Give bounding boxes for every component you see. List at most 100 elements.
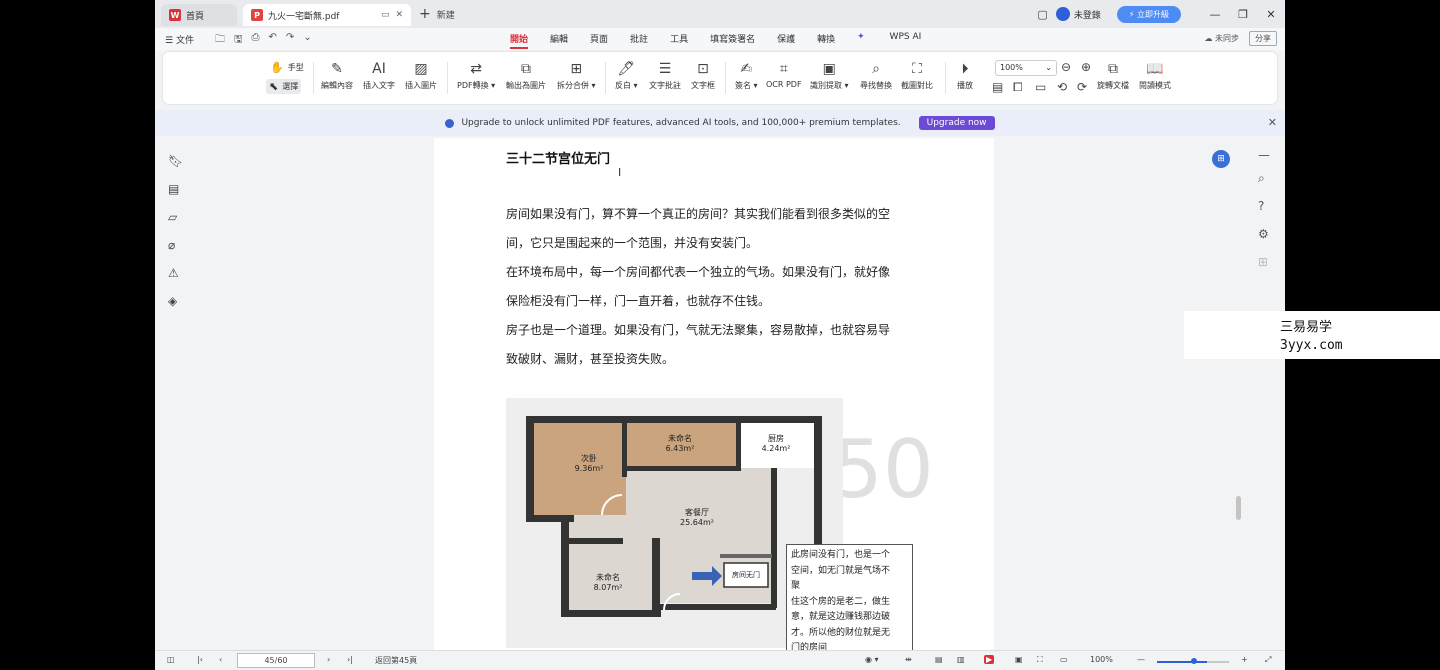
close-window-icon[interactable]: ✕	[1257, 8, 1285, 21]
monitor-icon[interactable]: ▭	[381, 10, 390, 20]
grid-icon[interactable]: ⊞	[1258, 255, 1268, 269]
text-box-button[interactable]: ⊡ 文字框	[691, 60, 715, 91]
pdf-convert-label: PDF轉換	[457, 81, 489, 90]
chevron-down-icon[interactable]: ⌄	[303, 32, 311, 49]
tab-edit[interactable]: 編輯	[550, 32, 568, 45]
sidebar-toggle-icon[interactable]: ◫	[167, 655, 175, 664]
insert-text-button[interactable]: AI 插入文字	[363, 60, 395, 91]
fit-width-icon[interactable]: ⇹	[905, 655, 912, 664]
play-icon[interactable]: ▶	[984, 655, 995, 664]
fit-width-icon[interactable]: ⧠	[1013, 80, 1023, 95]
sync-status[interactable]: ☁ 未同步	[1204, 33, 1239, 44]
sign-button[interactable]: ✍ 簽名 ▾	[735, 60, 758, 91]
tab-fill-sign[interactable]: 填寫簽署名	[710, 32, 755, 45]
translate-float-button[interactable]: ⊞	[1212, 150, 1230, 168]
help-icon[interactable]: ?	[1258, 199, 1264, 213]
zoom-select[interactable]: 100% ⌄	[995, 60, 1057, 76]
split-merge-button[interactable]: ⊞ 拆分合併 ▾	[557, 60, 596, 91]
window-mode-icon[interactable]: ▢	[1037, 8, 1047, 21]
tab-home[interactable]: W 首頁	[161, 4, 237, 26]
search-icon[interactable]: ⌕	[1258, 171, 1265, 186]
view-icon[interactable]: ◉ ▾	[865, 655, 879, 664]
fullscreen-fit-icon[interactable]: ⛶	[1037, 655, 1043, 665]
continuous-icon[interactable]: ▣	[1015, 655, 1023, 664]
new-tab-button[interactable]: + 新建	[419, 6, 455, 22]
text-comment-button[interactable]: ☰ 文字批註	[649, 60, 681, 91]
edit-content-button[interactable]: ✎ 編輯內容	[321, 60, 353, 91]
thumbnail-icon[interactable]: ▤	[168, 182, 179, 196]
bookmark-view-icon[interactable]: ▭	[1060, 655, 1068, 664]
close-tab-icon[interactable]: ✕	[395, 10, 403, 20]
page-number-input[interactable]: 45/60	[237, 653, 315, 668]
single-page-icon[interactable]: ▤	[935, 655, 943, 664]
signature-icon[interactable]: ⚠	[168, 266, 179, 280]
fullscreen-icon[interactable]: ⤢	[1265, 655, 1271, 665]
sign-icon: ✍	[740, 61, 753, 77]
extract-button[interactable]: ▣ 識別提取 ▾	[810, 60, 849, 91]
zoom-out-icon[interactable]: —	[1137, 655, 1145, 664]
screenshot-compare-label: 截圖對比	[901, 81, 933, 90]
highlight-button[interactable]: 🖊 反白 ▾	[615, 60, 638, 91]
tab-start[interactable]: 開始	[510, 32, 529, 49]
close-banner-icon[interactable]: ✕	[1268, 116, 1277, 129]
tab-comment[interactable]: 批註	[630, 32, 648, 45]
undo-icon[interactable]: ↶	[269, 32, 277, 49]
rotate-left-icon[interactable]: ⟲	[1057, 80, 1067, 94]
zoom-out-icon[interactable]: ⊖	[1061, 60, 1071, 74]
collapse-icon[interactable]: —	[1258, 148, 1270, 162]
play-button[interactable]: ⏵ 播放	[957, 60, 973, 91]
tab-protect[interactable]: 保護	[777, 32, 795, 45]
double-page-icon[interactable]: ▥	[957, 655, 965, 664]
comment-icon[interactable]: ▱	[168, 210, 177, 224]
tab-page[interactable]: 頁面	[590, 32, 608, 45]
tab-document[interactable]: P 九火一宅斷無.pdf ▭ ✕	[243, 4, 411, 26]
tab-tools[interactable]: 工具	[670, 32, 688, 45]
export-image-button[interactable]: ⧉ 輸出為圖片	[506, 60, 546, 91]
back-to-page[interactable]: 返回第45頁	[375, 655, 417, 666]
pdf-page: 三十二节宫位无门 I 房间如果没有门，算不算一个真正的房间？其实我们能看到很多类…	[434, 138, 994, 650]
share-button[interactable]: 分享	[1249, 31, 1277, 46]
last-page-icon[interactable]: ›|	[347, 655, 353, 664]
print-icon[interactable]: ⎙	[252, 32, 260, 49]
zoom-level[interactable]: 100%	[1090, 655, 1113, 664]
scrollbar-thumb[interactable]	[1236, 496, 1241, 520]
paragraph-1: 房间如果没有门，算不算一个真正的房间？其实我们能看到很多类似的空 间，它只是围起…	[506, 200, 926, 374]
zoom-slider-thumb[interactable]	[1191, 658, 1197, 664]
user-login[interactable]: 未登錄	[1055, 7, 1101, 21]
insert-image-button[interactable]: ▨ 插入圖片	[405, 60, 437, 91]
screenshot-compare-button[interactable]: ⛶ 截圖對比	[901, 60, 933, 91]
prev-page-icon[interactable]: ‹	[219, 655, 222, 664]
tab-convert[interactable]: 轉換	[817, 32, 835, 45]
room-name: 客餐厅	[685, 508, 709, 517]
open-icon[interactable]: 🗀	[215, 32, 225, 49]
redo-icon[interactable]: ↷	[286, 32, 294, 49]
single-page-icon[interactable]: ▤	[992, 80, 1003, 94]
minimize-icon[interactable]: —	[1201, 8, 1229, 21]
ocr-button[interactable]: ⌗ OCR PDF	[766, 60, 802, 89]
select-tool[interactable]: ⬉ 選擇	[266, 79, 302, 94]
settings-icon[interactable]: ⚙	[1258, 227, 1269, 241]
zoom-in-icon[interactable]: ⊕	[1081, 60, 1091, 74]
tab-wps-ai[interactable]: ✦ WPS AI	[857, 32, 943, 45]
rotate-doc-button[interactable]: ⧉ 旋轉文檔	[1097, 60, 1129, 91]
ribbon-tabs: 開始 編輯 頁面 批註 工具 填寫簽署名 保護 轉換 ✦ WPS AI	[510, 32, 965, 49]
hand-label: 手型	[287, 63, 304, 72]
read-mode-button[interactable]: 📖 閱讀模式	[1139, 60, 1171, 91]
hand-tool[interactable]: ✋ 手型	[270, 61, 304, 74]
pdf-convert-button[interactable]: ⇄ PDF轉換 ▾	[457, 60, 495, 91]
rotate-right-icon[interactable]: ⟳	[1077, 80, 1087, 94]
bookmark-icon[interactable]: 🔖︎	[168, 154, 183, 168]
save-icon[interactable]: 🖫	[234, 32, 243, 49]
find-replace-label: 尋找替換	[860, 81, 892, 90]
next-page-icon[interactable]: ›	[327, 655, 330, 664]
restore-icon[interactable]: ❐	[1229, 8, 1257, 21]
upgrade-button[interactable]: ⚡ 立即升級	[1116, 5, 1181, 23]
attachment-icon[interactable]: ⌀	[168, 238, 175, 252]
find-replace-button[interactable]: ⌕ 尋找替換	[860, 60, 892, 91]
fit-page-icon[interactable]: ▭	[1035, 80, 1046, 94]
layers-icon[interactable]: ◈	[168, 294, 177, 308]
first-page-icon[interactable]: |‹	[197, 655, 203, 664]
file-menu[interactable]: ☰ 文件	[165, 33, 194, 46]
zoom-in-icon[interactable]: +	[1241, 655, 1248, 664]
upgrade-now-button[interactable]: Upgrade now	[918, 116, 995, 130]
